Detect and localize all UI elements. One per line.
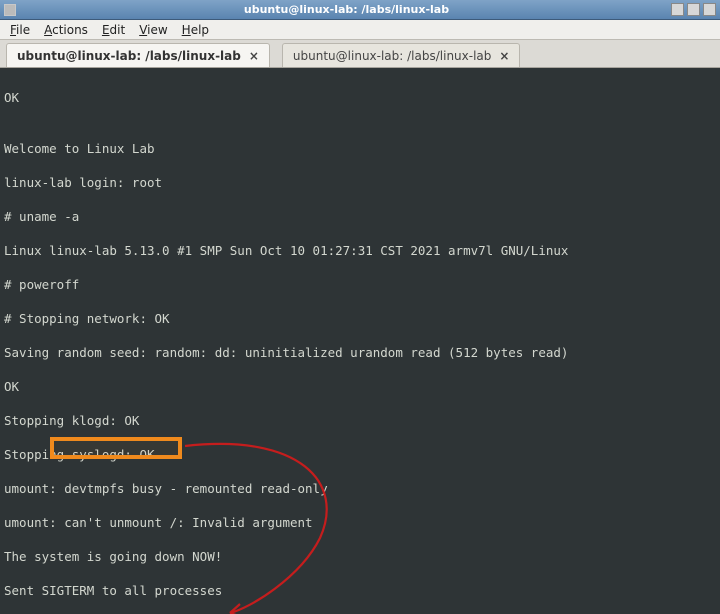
terminal-line: Saving random seed: random: dd: uninitia…: [4, 344, 714, 361]
tab-label: ubuntu@linux-lab: /labs/linux-lab: [293, 49, 491, 63]
terminal-line: Stopping klogd: OK: [4, 412, 714, 429]
close-tab-icon[interactable]: ×: [499, 49, 509, 63]
close-window-icon[interactable]: [703, 3, 716, 16]
window-title: ubuntu@linux-lab: /labs/linux-lab: [22, 3, 671, 16]
terminal-line: The system is going down NOW!: [4, 548, 714, 565]
terminal-line: umount: devtmpfs busy - remounted read-o…: [4, 480, 714, 497]
tab-inactive[interactable]: ubuntu@linux-lab: /labs/linux-lab ×: [282, 43, 521, 67]
terminal-line: OK: [4, 378, 714, 395]
menu-file[interactable]: File: [4, 22, 36, 38]
tab-label: ubuntu@linux-lab: /labs/linux-lab: [17, 49, 241, 63]
terminal-line: # uname -a: [4, 208, 714, 225]
terminal-line: # poweroff: [4, 276, 714, 293]
tabbar: ubuntu@linux-lab: /labs/linux-lab × ubun…: [0, 40, 720, 68]
terminal-line: linux-lab login: root: [4, 174, 714, 191]
window-control-icons: [671, 3, 716, 16]
menu-edit[interactable]: Edit: [96, 22, 131, 38]
menu-view[interactable]: View: [133, 22, 173, 38]
terminal-line: OK: [4, 89, 714, 106]
tab-active[interactable]: ubuntu@linux-lab: /labs/linux-lab ×: [6, 43, 270, 67]
terminal-pane[interactable]: OK Welcome to Linux Lab linux-lab login:…: [0, 68, 720, 614]
terminal-line: Stopping syslogd: OK: [4, 446, 714, 463]
menu-actions[interactable]: Actions: [38, 22, 94, 38]
terminal-line: Welcome to Linux Lab: [4, 140, 714, 157]
terminal-line: umount: can't unmount /: Invalid argumen…: [4, 514, 714, 531]
minimize-icon[interactable]: [671, 3, 684, 16]
menubar: File Actions Edit View Help: [0, 20, 720, 40]
menu-help[interactable]: Help: [176, 22, 215, 38]
close-tab-icon[interactable]: ×: [249, 49, 259, 63]
window-titlebar: ubuntu@linux-lab: /labs/linux-lab: [0, 0, 720, 20]
terminal-line: Sent SIGTERM to all processes: [4, 582, 714, 599]
terminal-line: # Stopping network: OK: [4, 310, 714, 327]
window-left-icons: [4, 4, 16, 16]
window-menu-icon[interactable]: [4, 4, 16, 16]
terminal-line: Linux linux-lab 5.13.0 #1 SMP Sun Oct 10…: [4, 242, 714, 259]
maximize-icon[interactable]: [687, 3, 700, 16]
